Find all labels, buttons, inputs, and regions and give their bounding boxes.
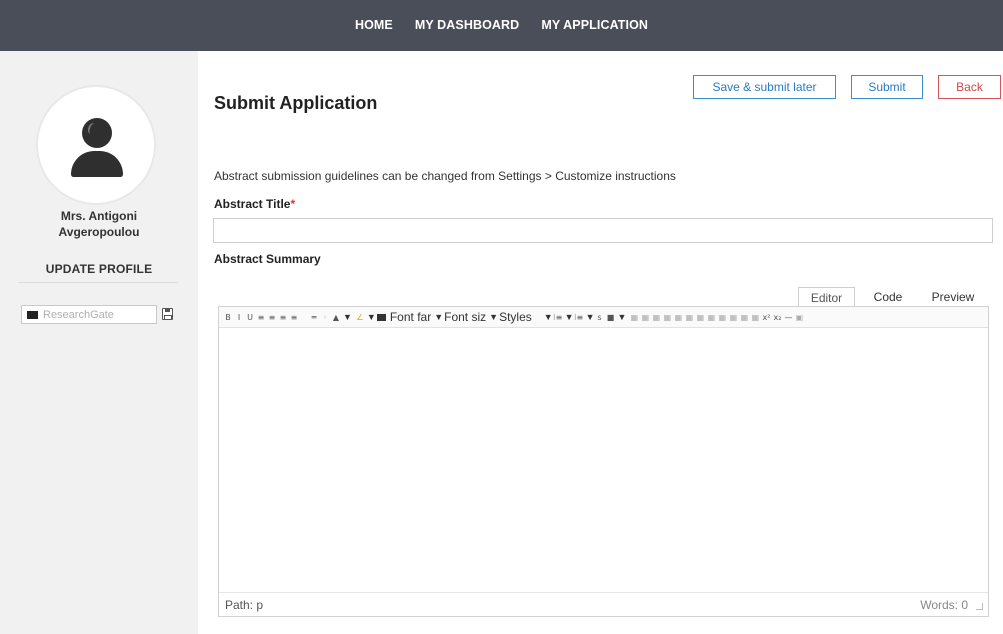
guidelines-text: Abstract submission guidelines can be ch… bbox=[214, 169, 676, 183]
align-left-icon[interactable]: ≡ bbox=[257, 312, 265, 322]
sidebar: Mrs. Antigoni Avgeropoulou UPDATE PROFIL… bbox=[0, 51, 198, 634]
highlight-dropdown[interactable]: ▼ bbox=[367, 312, 387, 322]
styles-dropdown[interactable]: ▼ Styles bbox=[489, 310, 532, 324]
table-dropdown[interactable]: ▼ bbox=[618, 312, 628, 322]
text-color-dropdown[interactable]: ▼ bbox=[343, 312, 353, 322]
highlight-icon[interactable]: ∠ bbox=[356, 312, 364, 322]
remove-format-icon[interactable]: ◦ bbox=[321, 312, 329, 322]
word-count: Words: 0 bbox=[920, 598, 968, 612]
required-mark: * bbox=[290, 197, 296, 211]
superscript-icon[interactable]: x² bbox=[762, 312, 770, 322]
sidebar-divider bbox=[18, 282, 178, 283]
styles-label: Styles bbox=[499, 310, 532, 324]
horizontal-rule-icon[interactable]: ═ bbox=[310, 312, 318, 322]
user-name-line1: Mrs. Antigoni bbox=[60, 209, 138, 223]
tab-code[interactable]: Code bbox=[862, 287, 914, 307]
bullet-list-dropdown[interactable]: ▼ ⁝≡ bbox=[565, 312, 584, 322]
abstract-summary-label: Abstract Summary bbox=[214, 252, 321, 266]
fullscreen-icon[interactable]: ▣ bbox=[795, 312, 804, 322]
bullet-list-icon: ⁝≡ bbox=[573, 312, 584, 322]
font-size-dropdown[interactable]: ▼ Font siz bbox=[434, 310, 486, 324]
tab-editor[interactable]: Editor bbox=[798, 287, 855, 307]
table-delete-col-icon[interactable]: ▦ bbox=[696, 312, 705, 322]
back-button[interactable]: Back bbox=[938, 75, 1001, 99]
align-right-icon[interactable]: ≡ bbox=[279, 312, 287, 322]
path-label: Path: p bbox=[225, 598, 264, 612]
align-center-icon[interactable]: ≡ bbox=[268, 312, 276, 322]
table-row-before-icon[interactable]: ▦ bbox=[641, 312, 650, 322]
font-size-label: Font siz bbox=[444, 310, 487, 324]
table-split-icon[interactable]: ▦ bbox=[718, 312, 727, 322]
line-icon[interactable]: — bbox=[784, 312, 792, 322]
align-justify-icon[interactable]: ≡ bbox=[290, 312, 298, 322]
font-family-dropdown[interactable]: Font far bbox=[390, 310, 431, 324]
save-icon[interactable] bbox=[162, 308, 173, 320]
subscript-icon[interactable]: x₂ bbox=[773, 312, 781, 322]
editor-statusbar: Path: p Words: 0 bbox=[219, 592, 988, 616]
submit-button[interactable]: Submit bbox=[851, 75, 923, 99]
resize-handle-icon[interactable] bbox=[976, 603, 983, 610]
special-char-dropdown[interactable]: ▼ s bbox=[586, 312, 604, 322]
user-name-line2: Avgeropoulou bbox=[58, 225, 140, 239]
top-nav: HOME MY DASHBOARD MY APPLICATION bbox=[0, 0, 1003, 51]
italic-icon[interactable]: I bbox=[235, 312, 243, 322]
font-family-label: Font far bbox=[389, 310, 432, 324]
numbered-list-dropdown[interactable]: ▼ ⁝≡ bbox=[544, 312, 563, 322]
abstract-title-label: Abstract Title* bbox=[214, 197, 295, 211]
image-icon[interactable]: ■ bbox=[607, 312, 615, 322]
avatar-body-icon bbox=[71, 151, 123, 177]
researchgate-icon bbox=[27, 310, 38, 319]
bold-icon[interactable]: B bbox=[224, 312, 232, 322]
table-icon[interactable]: ▦ bbox=[630, 312, 639, 322]
table-col-before-icon[interactable]: ▦ bbox=[674, 312, 683, 322]
numbered-list-icon: ⁝≡ bbox=[553, 312, 563, 322]
rich-text-editor: B I U ≡ ≡ ≡ ≡ ═ ◦ ▲ ▼ ∠ ▼ Font far ▼ Font… bbox=[218, 306, 989, 617]
researchgate-input[interactable] bbox=[43, 308, 153, 321]
table-props-icon[interactable]: ▦ bbox=[729, 312, 738, 322]
page-title: Submit Application bbox=[214, 93, 378, 113]
table-delete-icon[interactable]: ▦ bbox=[751, 312, 760, 322]
table-row-after-icon[interactable]: ▦ bbox=[652, 312, 661, 322]
editor-toolbar: B I U ≡ ≡ ≡ ≡ ═ ◦ ▲ ▼ ∠ ▼ Font far ▼ Font… bbox=[219, 307, 988, 328]
table-delete-row-icon[interactable]: ▦ bbox=[663, 312, 672, 322]
table-merge-icon[interactable]: ▦ bbox=[707, 312, 716, 322]
special-char-icon: s bbox=[597, 312, 602, 322]
nav-my-application[interactable]: MY APPLICATION bbox=[541, 18, 648, 32]
underline-icon[interactable]: U bbox=[246, 312, 254, 322]
table-cell-props-icon[interactable]: ▦ bbox=[740, 312, 749, 322]
editor-content-area[interactable] bbox=[219, 328, 988, 592]
tab-preview[interactable]: Preview bbox=[922, 287, 984, 307]
abstract-title-input[interactable] bbox=[213, 218, 993, 243]
text-color-icon[interactable]: ▲ bbox=[332, 312, 340, 322]
nav-home[interactable]: HOME bbox=[355, 18, 393, 32]
avatar-head-icon bbox=[82, 118, 112, 148]
save-submit-later-button[interactable]: Save & submit later bbox=[693, 75, 836, 99]
user-name: Mrs. Antigoni Avgeropoulou bbox=[0, 208, 198, 240]
table-col-after-icon[interactable]: ▦ bbox=[685, 312, 694, 322]
researchgate-field bbox=[21, 305, 157, 324]
abstract-title-label-text: Abstract Title bbox=[214, 197, 291, 211]
update-profile-link[interactable]: UPDATE PROFILE bbox=[0, 262, 198, 276]
avatar bbox=[36, 85, 156, 205]
nav-my-dashboard[interactable]: MY DASHBOARD bbox=[415, 18, 519, 32]
